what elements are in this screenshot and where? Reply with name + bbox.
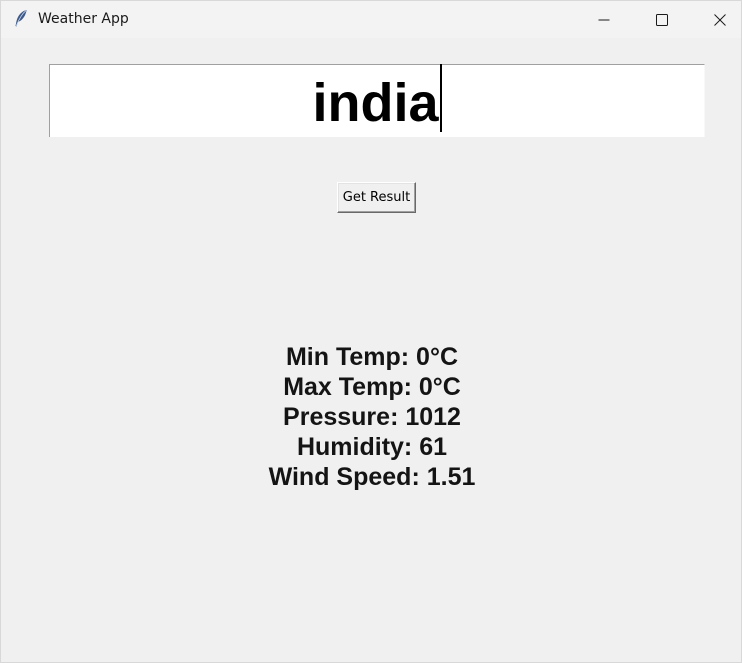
wind-speed-label: Wind Speed: 1.51 (268, 463, 476, 491)
window-title: Weather App (38, 11, 129, 27)
weather-results: Min Temp: 0°C Max Temp: 0°C Pressure: 10… (1, 342, 742, 492)
text-caret (439, 64, 442, 132)
get-result-button[interactable]: Get Result (337, 182, 416, 213)
minimize-button[interactable] (581, 1, 627, 38)
max-temp-label: Max Temp: 0°C (283, 373, 461, 401)
pressure-label: Pressure: 1012 (283, 403, 461, 431)
minimize-icon (598, 19, 610, 21)
feather-icon (13, 9, 29, 29)
maximize-button[interactable] (639, 1, 685, 38)
city-input-value: india (312, 73, 439, 133)
humidity-label: Humidity: 61 (296, 433, 448, 461)
city-input[interactable]: india (49, 64, 705, 137)
maximize-icon (656, 14, 668, 26)
close-button[interactable] (697, 1, 742, 38)
close-icon (714, 14, 726, 26)
min-temp-label: Min Temp: 0°C (285, 343, 459, 371)
app-window: Weather App india Get Result Min Temp: 0… (0, 0, 742, 663)
title-bar[interactable]: Weather App (1, 1, 741, 38)
